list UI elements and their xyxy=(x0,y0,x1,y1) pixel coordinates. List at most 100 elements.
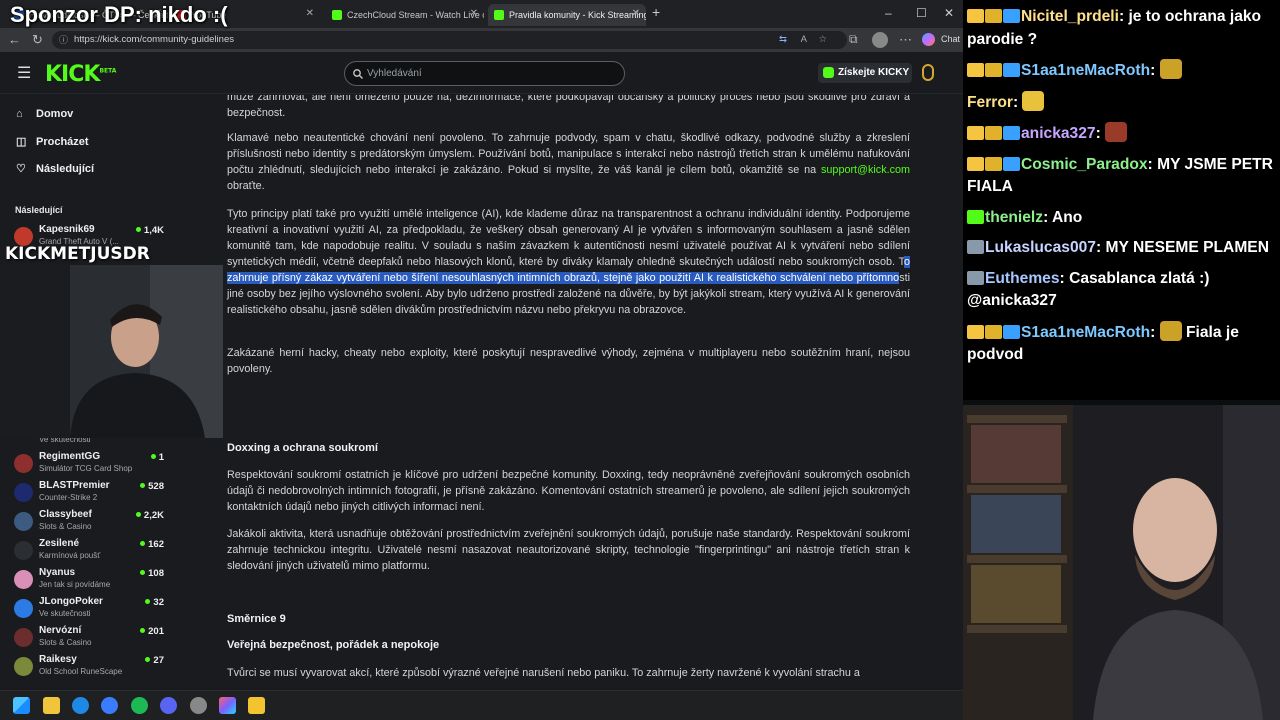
paragraph: Klamavé nebo neautentické chování není p… xyxy=(227,132,910,192)
discord-icon[interactable] xyxy=(160,697,177,714)
section-heading: Směrnice 9 xyxy=(227,613,286,625)
sub-badge-icon xyxy=(985,324,1002,339)
following-item-nervozni[interactable]: Nervózní Slots & Casino 201 xyxy=(14,624,164,652)
reload-icon[interactable]: ↻ xyxy=(32,32,43,48)
following-item-raikesy[interactable]: Raikesy Old School RuneScape 27 xyxy=(14,653,164,681)
following-item-blastpremier[interactable]: BLASTPremier Counter-Strike 2 528 xyxy=(14,479,164,507)
chat-username[interactable]: Nicitel_prdeli xyxy=(1021,8,1119,25)
chat-username[interactable]: Euthemes xyxy=(985,270,1060,287)
app-icon[interactable] xyxy=(190,697,207,714)
crown-badge-icon xyxy=(967,63,984,77)
search-icon xyxy=(353,69,363,79)
chat-username[interactable]: anicka327 xyxy=(1021,125,1096,142)
file-explorer-icon[interactable] xyxy=(43,697,60,714)
chat-username[interactable]: thenielz xyxy=(985,209,1043,226)
close-window-button[interactable]: ✕ xyxy=(944,6,954,20)
kick-header: ☰ KICKBETA Vyhledávání Získejte KICKY xyxy=(0,52,963,94)
live-dot-icon xyxy=(145,657,151,662)
spotify-icon[interactable] xyxy=(131,697,148,714)
following-item-classybeef[interactable]: Classybeef Slots & Casino 2,2K xyxy=(14,508,164,536)
user-menu-icon[interactable] xyxy=(922,64,934,81)
url-field[interactable]: ⓘ https://kick.com/community-guidelines … xyxy=(52,31,847,49)
gem-badge-icon xyxy=(1003,9,1020,23)
kick-logo[interactable]: KICKBETA xyxy=(45,62,116,87)
profile-avatar[interactable] xyxy=(872,32,888,48)
chat-text: Ano xyxy=(1048,208,1083,226)
viewer-count: 108 xyxy=(140,568,164,579)
chat-username[interactable]: Ferror xyxy=(967,94,1013,111)
avatar xyxy=(14,570,33,589)
search-input[interactable]: Vyhledávání xyxy=(344,61,625,86)
copilot-icon[interactable] xyxy=(922,33,935,46)
windows-taskbar xyxy=(0,690,963,720)
notes-icon[interactable] xyxy=(248,697,265,714)
chat-username[interactable]: S1aa1neMacRoth xyxy=(1021,324,1150,341)
sub-badge-icon xyxy=(985,156,1002,171)
paragraph: Tyto principy platí také pro využití umě… xyxy=(227,208,910,316)
chat-message: S1aa1neMacRoth: Fiala je podvod xyxy=(967,320,1276,367)
tab-czechcloud[interactable]: CzechCloud Stream - Watch Live on Kick ✕ xyxy=(326,4,484,26)
close-tab-icon[interactable]: ✕ xyxy=(306,8,314,19)
app-icon[interactable] xyxy=(101,697,118,714)
paragraph: může zahrnovat, ale není omezeno pouze n… xyxy=(227,95,911,119)
new-tab-button[interactable]: + xyxy=(652,4,660,20)
live-dot-icon xyxy=(140,483,146,488)
app-icon[interactable] xyxy=(219,697,236,714)
webcam-image xyxy=(0,265,223,438)
sub-badge-icon xyxy=(967,270,984,285)
sub-badge-icon xyxy=(967,209,984,224)
webcam-label: KICKMETJUSDR xyxy=(5,244,150,264)
live-dot-icon xyxy=(140,541,146,546)
paragraph: Zakázané herní hacky, cheaty nebo exploi… xyxy=(227,347,910,375)
chat-username[interactable]: S1aa1neMacRoth xyxy=(1021,62,1150,79)
tab-label: Pravidla komunity - Kick Streaming xyxy=(509,10,646,20)
avatar xyxy=(14,454,33,473)
get-kicky-button[interactable]: Získejte KICKY xyxy=(818,63,912,83)
gem-badge-icon xyxy=(1003,324,1020,339)
gem-badge-icon xyxy=(1003,126,1020,140)
chat-username[interactable]: Lukaslucas007 xyxy=(985,239,1096,256)
home-icon: ⌂ xyxy=(16,108,23,120)
following-item-zesilene[interactable]: Zesilené Karmínová poušť 162 xyxy=(14,537,164,565)
avatar xyxy=(14,599,33,618)
chat-button[interactable]: Chat xyxy=(941,34,960,44)
following-item-jlongopoker[interactable]: JLongoPoker Ve skutečnosti 32 xyxy=(14,595,164,623)
kicky-coin-icon xyxy=(823,67,834,78)
back-icon[interactable]: ← xyxy=(8,32,21,47)
maximize-button[interactable]: ☐ xyxy=(916,6,927,20)
more-menu-icon[interactable]: ⋯ xyxy=(899,32,912,48)
chat-message: thenielz: Ano xyxy=(967,207,1276,230)
stream-chat: Nicitel_prdeli: je to ochrana jako parod… xyxy=(963,0,1280,400)
chat-username[interactable]: Cosmic_Paradox xyxy=(1021,156,1148,173)
tab-pravidla[interactable]: Pravidla komunity - Kick Streaming ✕ xyxy=(488,4,646,26)
nav-domov[interactable]: ⌂ Domov xyxy=(16,108,73,120)
windows-start-icon[interactable] xyxy=(13,697,30,714)
following-item-regimentgg[interactable]: RegimentGG Simulátor TCG Card Shop 1 xyxy=(14,450,164,478)
site-info-icon[interactable]: ⓘ xyxy=(59,31,68,49)
nav-nasledujici[interactable]: ♡ Následující xyxy=(16,162,94,175)
translate-icon[interactable]: ⇆ xyxy=(779,31,787,49)
minimize-button[interactable]: – xyxy=(885,6,892,20)
nav-prochazet[interactable]: ◫ Procházet xyxy=(16,135,89,148)
crown-badge-icon xyxy=(967,9,984,23)
close-tab-icon[interactable]: ✕ xyxy=(470,8,478,19)
favorite-star-icon[interactable]: ☆ xyxy=(818,31,827,49)
following-item-nyanus[interactable]: Nyanus Jen tak si povídáme 108 xyxy=(14,566,164,594)
streamer-camera xyxy=(963,405,1280,720)
reader-icon[interactable]: A xyxy=(801,31,807,49)
support-email-link[interactable]: support@kick.com xyxy=(821,164,910,176)
viewer-count: 201 xyxy=(140,626,164,637)
edge-browser-icon[interactable] xyxy=(72,697,89,714)
url-text: https://kick.com/community-guidelines xyxy=(74,34,234,45)
chat-message: anicka327: xyxy=(967,122,1276,146)
extensions-icon[interactable]: ⧉ xyxy=(849,32,858,47)
section-heading: Veřejná bezpečnost, pořádek a nepokoje xyxy=(227,639,440,651)
close-tab-icon[interactable]: ✕ xyxy=(632,8,640,19)
crown-badge-icon xyxy=(967,126,984,140)
camera-image xyxy=(963,405,1280,720)
hamburger-menu-icon[interactable]: ☰ xyxy=(17,63,31,83)
kick-favicon-icon xyxy=(332,10,342,20)
chat-message: Nicitel_prdeli: je to ochrana jako parod… xyxy=(967,8,1262,48)
sub-badge-icon xyxy=(967,240,984,254)
beta-badge: BETA xyxy=(99,67,117,75)
